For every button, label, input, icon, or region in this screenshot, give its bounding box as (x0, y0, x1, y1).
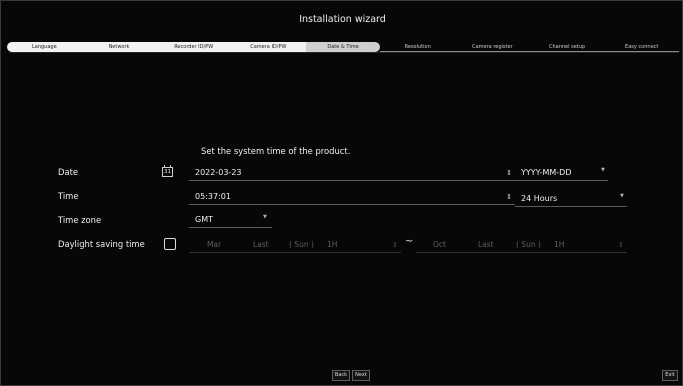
up-down-spinner-icon[interactable]: ⇕ (506, 165, 512, 181)
dst-start-month: Mar (207, 240, 222, 249)
date-format-value: YYYY-MM-DD (521, 168, 572, 177)
step-camera-register: Camera register (455, 42, 530, 52)
date-field[interactable]: 2022-03-23 ⇕ (189, 165, 515, 181)
timezone-value: GMT (195, 215, 213, 224)
time-field[interactable]: 05:37:01 ⇕ (189, 189, 515, 205)
step-recorder-id-pw: Recorder ID/PW (156, 42, 232, 52)
step-easy-connect: Easy connect (604, 42, 680, 52)
next-button[interactable]: Next (352, 370, 370, 381)
dst-label: Daylight saving time (58, 239, 145, 249)
time-label: Time (58, 191, 79, 201)
calendar-icon[interactable]: 31 (162, 165, 173, 177)
date-format-select[interactable]: YYYY-MM-DD ▼ (515, 165, 608, 181)
time-format-select[interactable]: 24 Hours ▼ (515, 191, 627, 207)
dst-start-hour: 1H (327, 240, 338, 249)
step-bar-divider (9, 52, 678, 53)
page-subtitle: Set the system time of the product. (201, 146, 351, 156)
dst-end-week: Last (478, 240, 494, 249)
dst-end-month: Oct (433, 240, 446, 249)
exit-button[interactable]: Exit (662, 370, 678, 381)
step-camera-id-pw: Camera ID/PW (231, 42, 306, 52)
wizard-title: Installation wizard (299, 14, 386, 25)
up-down-spinner-icon: ⇕ (618, 241, 624, 249)
dst-end-field: Oct Last ( Sun ) 1H ⇕ (416, 237, 627, 253)
dst-end-hour: 1H (554, 240, 565, 249)
timezone-select[interactable]: GMT ▼ (189, 212, 272, 228)
up-down-spinner-icon[interactable]: ⇕ (506, 189, 512, 205)
timezone-label: Time zone (58, 215, 102, 225)
time-value: 05:37:01 (195, 192, 231, 201)
dst-range-separator: ~ (405, 236, 414, 247)
step-resolution: Resolution (380, 42, 456, 52)
dst-start-day: ( Sun ) (289, 240, 314, 249)
dst-end-day: ( Sun ) (516, 240, 541, 249)
up-down-spinner-icon: ⇕ (392, 241, 398, 249)
step-language: Language (7, 42, 82, 52)
step-channel-setup: Channel setup (529, 42, 605, 52)
step-date-time: Date & Time (305, 42, 381, 52)
dst-start-week: Last (253, 240, 269, 249)
installation-wizard-screen: Installation wizard Language Network Rec… (0, 0, 683, 386)
chevron-down-icon: ▼ (620, 193, 624, 199)
back-button[interactable]: Back (332, 370, 350, 381)
step-network: Network (81, 42, 157, 52)
date-value: 2022-03-23 (195, 168, 242, 177)
dst-checkbox[interactable] (164, 238, 176, 250)
chevron-down-icon: ▼ (601, 167, 605, 173)
chevron-down-icon: ▼ (263, 214, 267, 220)
wizard-step-bar: Language Network Recorder ID/PW Camera I… (7, 42, 680, 52)
date-label: Date (58, 167, 79, 177)
time-format-value: 24 Hours (521, 194, 558, 203)
dst-start-field: Mar Last ( Sun ) 1H ⇕ (189, 237, 401, 253)
